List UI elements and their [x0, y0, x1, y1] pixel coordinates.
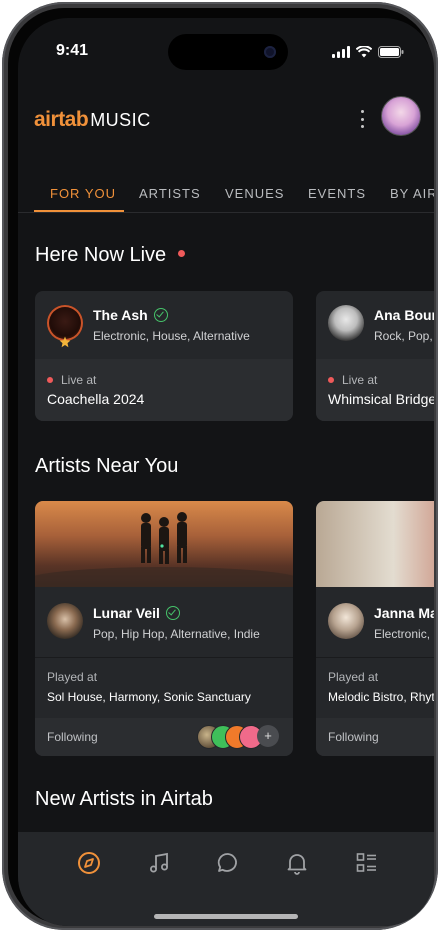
played-venues: Sol House, Harmony, Sonic Sanctuary: [47, 690, 251, 704]
artist-photo: [47, 603, 83, 639]
section-title-artists-near-you: Artists Near You: [35, 455, 179, 477]
bell-icon[interactable]: [284, 850, 310, 876]
chat-bubble-icon[interactable]: [215, 850, 241, 876]
verified-icon: [153, 308, 168, 323]
compass-icon[interactable]: [76, 850, 102, 876]
tab-by-airtab[interactable]: BY AIRTAB: [390, 186, 434, 201]
live-indicator-dot: [178, 250, 186, 258]
camera-icon: [264, 46, 276, 58]
silhouettes-image: [35, 512, 293, 587]
live-at-label: Live at: [328, 373, 377, 387]
live-dot-icon: [47, 376, 53, 383]
list-icon[interactable]: [354, 850, 380, 876]
bottom-navigation: [18, 832, 434, 926]
user-avatar[interactable]: [381, 96, 421, 136]
logo-tab: tab: [58, 108, 89, 131]
artist-genres: Pop, Hip Hop, Alternative, Indie: [93, 627, 260, 641]
section-title-text: Here Now Live: [35, 244, 167, 266]
tab-events[interactable]: EVENTS: [308, 186, 366, 201]
wifi-icon: [356, 46, 372, 58]
artist-name: Lunar Veil: [93, 605, 180, 621]
artist-banner-image: [35, 501, 293, 587]
artist-photo: [328, 305, 364, 341]
artist-name: Janna Marie: [374, 605, 434, 621]
signal-icon: [332, 46, 350, 58]
artist-name: The Ash: [93, 307, 168, 323]
dynamic-island: [168, 34, 288, 70]
following-row: Following +: [35, 718, 293, 756]
artist-genres: Electronic, Pop: [374, 627, 434, 641]
follower-avatars[interactable]: +: [197, 725, 287, 749]
live-venue: Whimsical Bridge: [328, 391, 434, 407]
artist-genres: Electronic, House, Alternative: [93, 329, 250, 343]
status-icons: [332, 46, 404, 58]
artist-photo: [328, 603, 364, 639]
artist-banner-image: [316, 501, 434, 587]
phone-bezel: 9:41 air tab MUSIC FOR YOU ARTISTS VENUES …: [8, 8, 434, 926]
live-artist-card[interactable]: The Ash Electronic, House, Alternative L…: [35, 291, 293, 421]
live-at-label: Live at: [47, 373, 96, 387]
status-time: 9:41: [56, 42, 89, 59]
tab-artists[interactable]: ARTISTS: [139, 186, 201, 201]
phone-frame: 9:41 air tab MUSIC FOR YOU ARTISTS VENUES …: [2, 2, 438, 930]
played-at-label: Played at: [47, 670, 98, 684]
artist-name: Ana Bourne: [374, 307, 434, 323]
played-at-label: Played at: [328, 670, 379, 684]
logo-music: MUSIC: [90, 110, 151, 130]
app-screen: 9:41 air tab MUSIC FOR YOU ARTISTS VENUES …: [18, 18, 434, 926]
more-options-icon[interactable]: [358, 110, 366, 128]
following-row: Following: [316, 718, 434, 756]
artist-near-card[interactable]: Janna Marie Electronic, Pop Played at Me…: [316, 501, 434, 756]
star-icon: [59, 336, 71, 348]
artist-near-card[interactable]: Lunar Veil Pop, Hip Hop, Alternative, In…: [35, 501, 293, 756]
live-artist-card[interactable]: Ana Bourne Rock, Pop, Indie Live at Whim…: [316, 291, 434, 421]
home-indicator[interactable]: [154, 914, 298, 919]
active-tab-indicator: [34, 210, 124, 212]
logo-air: air: [34, 108, 59, 131]
artist-genres: Rock, Pop, Indie: [374, 329, 434, 343]
live-venue: Coachella 2024: [47, 391, 145, 407]
section-title-here-now-live: Here Now Live: [35, 244, 186, 267]
live-dot-icon: [328, 376, 334, 383]
following-label: Following: [328, 730, 379, 744]
verified-icon: [165, 606, 180, 621]
following-label: Following: [47, 730, 98, 744]
music-note-icon[interactable]: [146, 850, 172, 876]
app-logo: air tab MUSIC: [34, 108, 151, 132]
played-venues: Melodic Bistro, Rhythm Room: [328, 690, 434, 704]
section-title-new-artists: New Artists in Airtab: [35, 788, 213, 810]
tab-for-you[interactable]: FOR YOU: [50, 186, 116, 201]
tab-venues[interactable]: VENUES: [225, 186, 284, 201]
category-tabs: FOR YOU ARTISTS VENUES EVENTS BY AIRTAB: [18, 176, 434, 213]
more-followers-button[interactable]: +: [257, 725, 279, 747]
battery-icon: [378, 46, 404, 58]
